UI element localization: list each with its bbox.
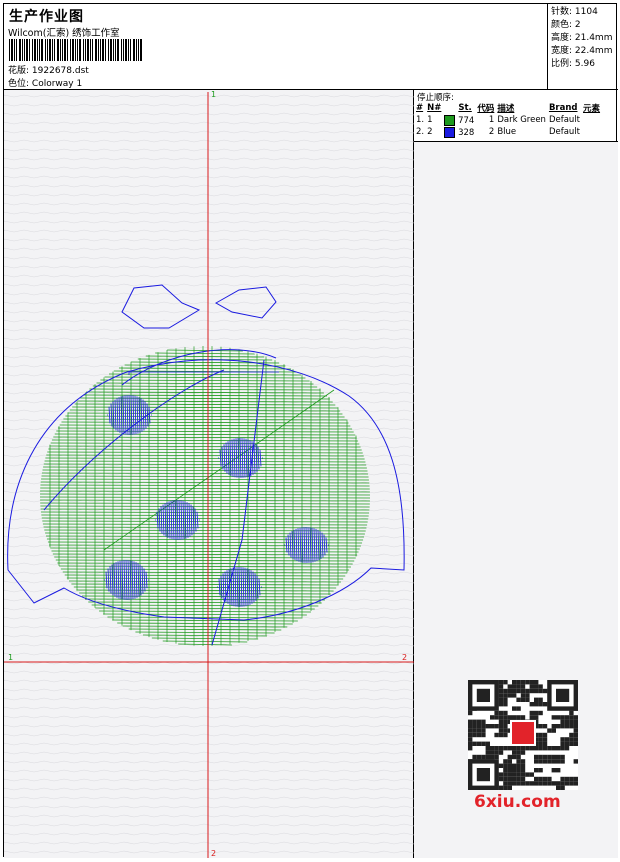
color-swatch-blue (444, 126, 456, 138)
stop-brand: Default (548, 115, 581, 125)
colorway-info: 色位: Colorway 1 (8, 76, 82, 89)
stop-needle: 1 (427, 115, 433, 125)
stop-header-row: # N# St. 代码 描述 Brand 元素 (416, 102, 603, 114)
design-height: 高度: 21.4mm (551, 33, 613, 43)
stop-code: 1 (488, 115, 495, 125)
design-filename: 1922678.dst (31, 66, 89, 76)
qr-code (468, 680, 578, 790)
axis-label-right: 2 (402, 653, 408, 662)
stop-stitches-cell: 774 (444, 114, 477, 126)
colorway-label: 色位: (8, 79, 30, 89)
design-label: 花版: (8, 66, 30, 76)
axis-label-left: 1 (8, 653, 14, 662)
bow-left (121, 284, 201, 329)
col-stitches: St. (458, 103, 472, 113)
studio-name: Wilcom(汇索) 绣饰工作室 (8, 28, 120, 39)
stop-row: 2. 2 328 2 Blue Default (416, 126, 603, 138)
barcode (9, 39, 142, 61)
stop-needle: 2 (427, 127, 433, 137)
design-info: 花版: 1922678.dst (8, 63, 89, 76)
page-title: 生产作业图 (9, 9, 84, 25)
stop-sequence-panel: 停止顺序: # N# St. 代码 描述 Brand 元素 1. 1 774 1… (414, 90, 618, 142)
stop-num: 1. (416, 115, 425, 125)
col-num: # (416, 103, 424, 113)
design-canvas: 1 1 2 2 (3, 90, 415, 858)
stop-stitches: 328 (458, 127, 475, 138)
color-count: 颜色: 2 (551, 20, 581, 30)
design-scale: 比例: 5.96 (551, 59, 595, 69)
stop-desc: Dark Green (497, 115, 546, 125)
axis-label-bottom: 2 (211, 849, 217, 858)
embroidery-drawing (3, 92, 415, 858)
col-element: 元素 (583, 104, 601, 114)
watermark-logo: 6xiu.com (474, 792, 561, 812)
stop-sequence-table: # N# St. 代码 描述 Brand 元素 1. 1 774 1 Dark … (416, 102, 603, 138)
stop-desc: Blue (497, 127, 517, 137)
colorway-value: Colorway 1 (31, 79, 83, 89)
stop-element (583, 126, 603, 138)
stitch-count: 针数: 1104 (551, 7, 598, 17)
stop-stitches: 774 (458, 115, 475, 126)
col-code: 代码 (477, 104, 495, 114)
color-swatch-green (444, 114, 456, 126)
stop-num: 2. (416, 127, 425, 137)
stop-stitches-cell: 328 (444, 126, 477, 138)
stop-row: 1. 1 774 1 Dark Green Default (416, 114, 603, 126)
stop-code: 2 (488, 127, 495, 137)
stop-element (583, 114, 603, 126)
col-brand: Brand (548, 103, 578, 113)
stop-brand: Default (548, 127, 581, 137)
design-width: 宽度: 22.4mm (551, 46, 613, 56)
col-needle: N# (427, 103, 442, 113)
header-panel: 生产作业图 Wilcom(汇索) 绣饰工作室 花版: 1922678.dst 色… (4, 4, 548, 90)
axis-label-top: 1 (211, 90, 217, 99)
stats-panel: 针数: 1104 颜色: 2 高度: 21.4mm 宽度: 22.4mm 比例:… (548, 4, 618, 90)
col-desc: 描述 (497, 104, 515, 114)
